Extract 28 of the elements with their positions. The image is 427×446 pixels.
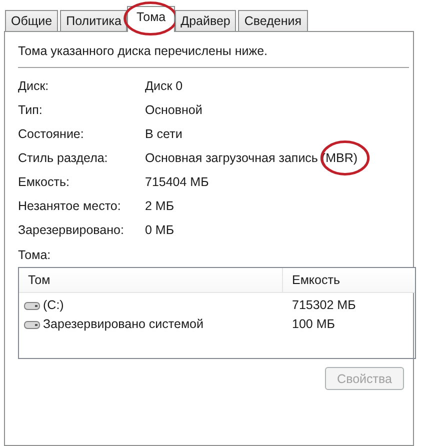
- column-header[interactable]: Емкость: [283, 268, 413, 292]
- property-label: Тип:: [18, 103, 44, 117]
- property-value: 2 МБ: [145, 199, 174, 213]
- tab[interactable]: Тома: [127, 6, 175, 32]
- property-value: Основной: [145, 103, 202, 117]
- volume-name[interactable]: Зарезервировано системой: [43, 315, 204, 334]
- column-header[interactable]: Том: [19, 268, 283, 292]
- property-value: 0 МБ: [145, 223, 174, 237]
- property-label: Емкость:: [18, 175, 70, 189]
- volume-name[interactable]: (C:): [43, 296, 64, 315]
- property-label: Стиль раздела:: [18, 151, 109, 165]
- drive-icon: [24, 320, 40, 330]
- property-value: В сети: [145, 127, 182, 141]
- tab[interactable]: Политика: [60, 10, 128, 31]
- volume-capacity: 715302 МБ: [291, 297, 357, 314]
- property-value: 715404 МБ: [145, 175, 209, 189]
- property-label: Диск:: [18, 79, 50, 93]
- property-label: Зарезервировано:: [18, 223, 125, 237]
- property-label: Незанятое место:: [18, 199, 122, 213]
- tab[interactable]: Сведения: [238, 10, 308, 31]
- property-label: Состояние:: [18, 127, 85, 141]
- drive-icon: [24, 300, 40, 310]
- volume-capacity: 100 МБ: [291, 316, 336, 333]
- tab[interactable]: Общие: [5, 10, 58, 31]
- property-value: Диск 0: [145, 79, 183, 93]
- tab[interactable]: Драйвер: [174, 10, 236, 31]
- description-text: Тома указанного диска перечислены ниже.: [18, 44, 269, 60]
- section-label: Тома:: [18, 248, 52, 262]
